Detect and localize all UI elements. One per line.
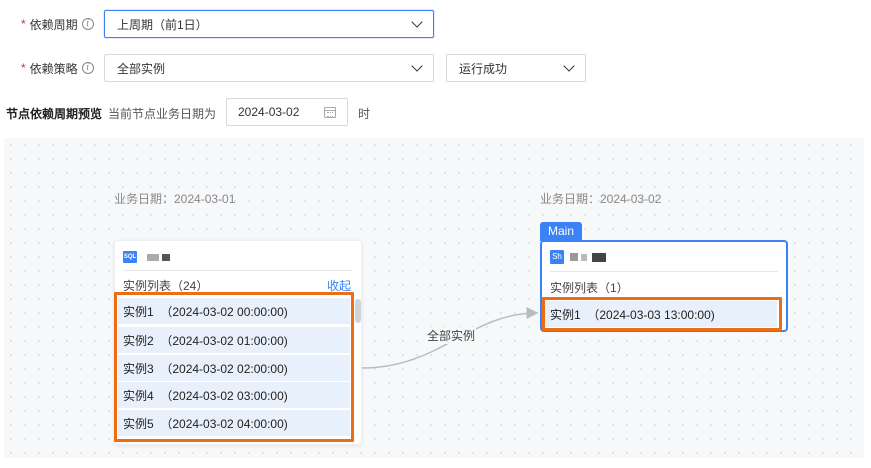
main-tag: Main (540, 222, 582, 241)
shell-icon: Sh (550, 250, 564, 264)
instance-row[interactable]: 实例5 （2024-03-02 04:00:00) (118, 410, 350, 436)
node-header: Sh (550, 249, 606, 265)
redacted-name (592, 252, 606, 262)
sql-icon: SQL (123, 251, 137, 263)
current-node[interactable]: Sh 实例列表（1） 实例1 （2024-03-03 13:00:00) (540, 240, 788, 332)
edge-label: 全部实例 (426, 327, 477, 344)
instance-row[interactable]: 实例1 （2024-03-03 13:00:00) (545, 301, 777, 327)
divider (550, 271, 778, 272)
instance-row[interactable]: 实例3 （2024-03-02 02:00:00) (118, 355, 350, 381)
instance-row[interactable]: 实例1 （2024-03-02 00:00:00) (118, 298, 350, 324)
collapse-link[interactable]: 收起 (327, 277, 351, 294)
redacted-name (147, 253, 159, 261)
redacted-name (581, 253, 587, 261)
instance-list-title: 实例列表（1） (550, 281, 629, 295)
redacted-name (570, 253, 578, 261)
redacted-name (162, 253, 170, 261)
divider (123, 270, 353, 271)
instance-list-title: 实例列表（24） (123, 279, 209, 293)
instance-row[interactable]: 实例4 （2024-03-02 03:00:00) (118, 382, 350, 408)
instance-row[interactable]: 实例2 （2024-03-02 01:00:00) (118, 327, 350, 353)
upstream-node[interactable]: SQL 实例列表（24） 收起 实例1 （2024-03-02 00:00:00… (114, 240, 362, 445)
node-header: SQL (123, 249, 170, 265)
instance-list-scrollbar[interactable] (355, 299, 361, 323)
